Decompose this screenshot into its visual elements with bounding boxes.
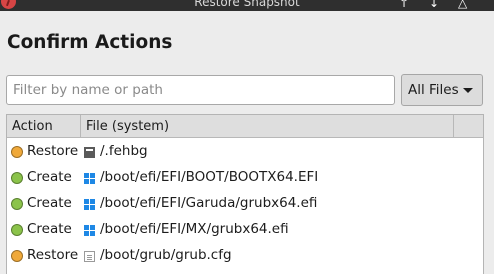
file-filter-dropdown[interactable]: All Files	[401, 74, 483, 106]
restore-status-icon	[11, 146, 23, 158]
page-title: Confirm Actions	[7, 32, 173, 53]
row-action: Create	[27, 169, 72, 185]
table-row[interactable]: Create /boot/efi/EFI/Garuda/grubx64.efi	[7, 191, 483, 217]
minimize-icon[interactable]: ↓	[429, 0, 439, 10]
restore-status-icon	[11, 250, 23, 262]
efi-binary-icon	[84, 225, 95, 236]
window-titlebar: Restore Snapshot ↑ ↓ △	[0, 0, 494, 11]
window-title: Restore Snapshot	[194, 0, 300, 9]
efi-binary-icon	[84, 199, 95, 210]
text-file-icon	[84, 251, 95, 262]
file-filter-label: All Files	[408, 82, 459, 98]
row-action: Restore	[27, 247, 79, 263]
column-header-action[interactable]: Action	[7, 115, 81, 137]
actions-table: Action File (system) Restore /.fehbg Cre…	[6, 114, 484, 274]
table-row[interactable]: Restore /.fehbg	[7, 139, 483, 165]
row-action: Restore	[27, 143, 79, 159]
chevron-down-icon	[463, 88, 473, 93]
table-row[interactable]: Create /boot/efi/EFI/BOOT/BOOTX64.EFI	[7, 165, 483, 191]
table-header: Action File (system)	[7, 115, 483, 138]
column-header-file[interactable]: File (system)	[81, 115, 454, 137]
row-path: /.fehbg	[100, 143, 148, 159]
row-path: /boot/grub/grub.cfg	[100, 247, 232, 263]
search-input[interactable]	[6, 75, 395, 105]
row-path: /boot/efi/EFI/Garuda/grubx64.efi	[100, 195, 318, 211]
create-status-icon	[11, 198, 23, 210]
table-row[interactable]: Restore /boot/grub/grub.cfg	[7, 243, 483, 269]
efi-binary-icon	[84, 173, 95, 184]
create-status-icon	[11, 172, 23, 184]
keep-above-icon[interactable]: ↑	[399, 0, 409, 10]
row-action: Create	[27, 221, 72, 237]
maximize-icon[interactable]: △	[458, 0, 467, 10]
row-action: Create	[27, 195, 72, 211]
table-row[interactable]: Create /boot/efi/EFI/MX/grubx64.efi	[7, 217, 483, 243]
shell-script-icon	[84, 147, 95, 158]
row-path: /boot/efi/EFI/BOOT/BOOTX64.EFI	[100, 169, 319, 185]
column-header-extra[interactable]	[454, 115, 483, 137]
create-status-icon	[11, 224, 23, 236]
row-path: /boot/efi/EFI/MX/grubx64.efi	[100, 221, 289, 237]
